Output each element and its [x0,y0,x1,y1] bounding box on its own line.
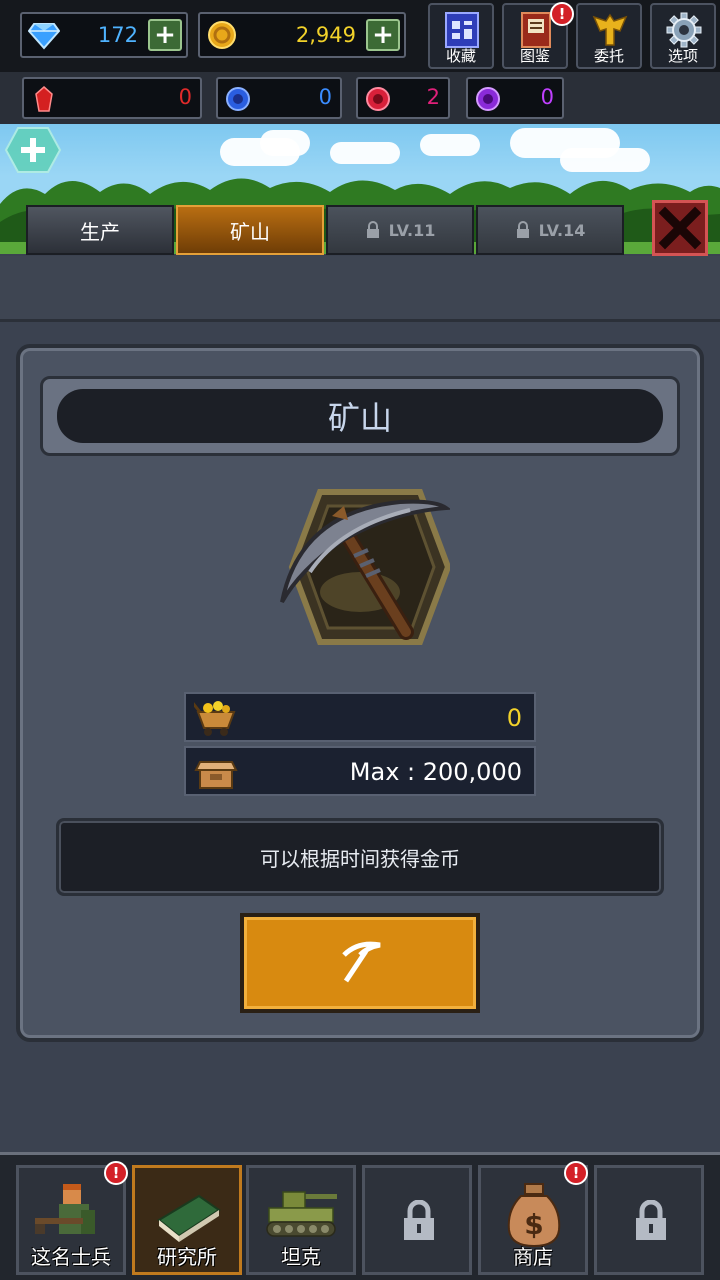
blue-gem-counter: 0 [216,77,342,119]
options-button[interactable]: 选项 [650,3,716,69]
section-header-strip [0,256,720,322]
mine-description-text: 可以根据时间获得金币 [260,846,460,871]
tab-production-label: 生产 [80,219,120,244]
tab-locked-lv11[interactable]: LV.11 [326,205,474,255]
blue-gem-count: 0 [318,85,332,109]
nav-shop-label: 商店 [513,1245,553,1269]
nav-locked-slot[interactable] [594,1165,704,1275]
tab-mine[interactable]: 矿山 [176,205,324,255]
purple-gem-count: 0 [540,85,554,109]
lock-icon [404,1200,434,1240]
mine-collect-button[interactable] [240,913,480,1013]
eagle-emblem-icon [592,13,628,46]
commission-button[interactable]: 委托 [576,3,642,69]
collection-label: 收藏 [445,47,476,65]
buy-diamonds-button[interactable]: + [148,19,182,51]
red-crystal-icon [35,86,53,112]
nav-tank[interactable]: 坦克 [246,1165,356,1275]
buy-coins-button[interactable]: + [366,19,400,51]
soldier-alert-badge: ! [104,1161,128,1185]
crimson-gem-counter: 2 [356,77,450,119]
tab-locked-lv11-label: LV.11 [388,220,436,240]
ore-cart-icon [194,701,236,736]
coin-count: 2,949 [295,23,356,47]
blue-orb-icon [226,87,250,111]
nav-research[interactable]: 研究所 [132,1165,242,1275]
gold-coin-icon [208,21,236,49]
soldier-icon [35,1184,95,1234]
crimson-orb-icon [366,87,390,111]
diamond-icon [28,23,60,50]
options-label: 选项 [667,47,698,65]
tab-mine-label: 矿山 [230,219,270,244]
shop-alert-badge: ! [564,1161,588,1185]
tab-locked-lv14[interactable]: LV.14 [476,205,624,255]
cloud [420,134,480,156]
tab-production[interactable]: 生产 [26,205,174,255]
pickaxe-emblem-icon [280,489,450,645]
close-button[interactable] [652,200,708,256]
capacity-row: Max : 200,000 [184,746,536,796]
nav-tank-label: 坦克 [281,1245,321,1269]
red-gem-count: 0 [178,85,192,109]
coin-counter: 2,949 + [198,12,406,58]
research-book-icon [157,1194,221,1242]
svg-text:$: $ [524,1208,543,1241]
codex-book-icon [521,12,551,48]
collection-icon [445,12,479,48]
red-gem-counter: 0 [22,77,202,119]
storage-crate-icon [194,761,238,789]
cloud [330,142,400,164]
mined-amount-value: 0 [506,704,522,732]
gear-icon [666,12,702,48]
money-bag-icon: $ [507,1183,561,1248]
nav-research-label: 研究所 [157,1245,217,1269]
nav-soldier-label: 这名士兵 [31,1245,111,1269]
cloud [260,130,310,156]
panel-title: 矿山 [57,389,663,443]
capacity-value: Max : 200,000 [349,758,522,786]
crimson-gem-count: 2 [426,85,440,109]
bottom-navigation: 这名士兵 ! 研究所 坦克 $ 商店 ! [0,1152,720,1280]
top-resource-bar: 172 + 2,949 + 收藏 图鉴 ! 委托 选项 [0,0,720,72]
codex-label: 图鉴 [519,47,550,65]
purple-gem-counter: 0 [466,77,564,119]
gem-bar: 0 0 2 0 [0,72,720,124]
close-icon [658,206,702,250]
commission-label: 委托 [593,47,624,65]
collection-button[interactable]: 收藏 [428,3,494,69]
mined-amount-row: 0 [184,692,536,742]
codex-alert-badge: ! [550,2,574,26]
add-plus-button[interactable] [4,126,62,174]
lock-icon [636,1200,666,1240]
tank-icon [266,1191,337,1237]
lock-icon [516,221,529,238]
tab-locked-lv14-label: LV.14 [538,220,586,240]
panel-title-frame: 矿山 [40,376,680,456]
lock-icon [366,221,379,238]
diamond-count: 172 [97,23,138,47]
purple-orb-icon [476,87,500,111]
pickaxe-icon [342,941,381,983]
mine-description: 可以根据时间获得金币 [56,818,664,896]
diamond-counter: 172 + [20,12,188,58]
nav-locked-slot[interactable] [362,1165,472,1275]
